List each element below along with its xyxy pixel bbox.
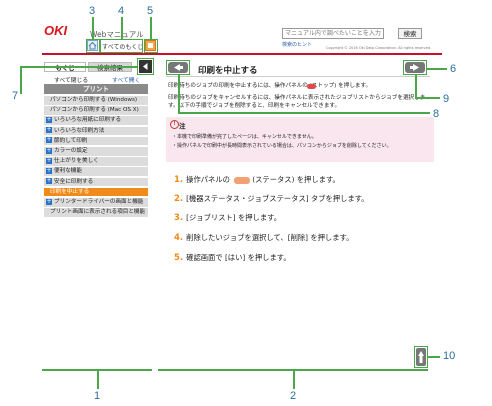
collapse-all-link[interactable]: すべて閉じる: [54, 75, 88, 84]
callout-box-home: [86, 39, 100, 53]
leader-9: [415, 75, 417, 97]
sidebar-item[interactable]: + 便利な機能: [44, 167, 148, 177]
step-2: 2. [機器ステータス・ジョブステータス] タブを押します。: [174, 194, 369, 204]
note-item-2: ・操作パネルで印刷中が長時間表示されている場合は、パソコンからジョブを削除してく…: [172, 143, 392, 149]
callout-6: 6: [450, 63, 457, 75]
leader-8h: [178, 112, 430, 114]
step-3: 3. [ジョブリスト] を押します。: [174, 213, 282, 223]
sidebar-item[interactable]: + 安全に印刷する: [44, 177, 148, 188]
expand-all-link[interactable]: すべて開く: [112, 75, 140, 84]
expand-plus-icon[interactable]: +: [46, 127, 52, 134]
note-box: ! 注 ・本機で印刷準備が完了したページは、キャンセルできません。 ・操作パネル…: [166, 117, 434, 162]
callout-3: 3: [89, 5, 96, 17]
sidebar-item[interactable]: + 節約して印刷: [44, 136, 148, 147]
title-divider: [166, 76, 430, 77]
sidebar-item[interactable]: パソコンから印刷する (Windows): [44, 96, 148, 106]
sidebar-item-label: 仕上がりを美しく: [54, 158, 99, 165]
leader-7: [20, 66, 22, 94]
leader-1: [97, 371, 99, 389]
expand-plus-icon[interactable]: +: [46, 167, 52, 174]
callout-box-prev: [166, 60, 190, 75]
callout-1: 1: [94, 390, 101, 402]
leader-3: [92, 17, 94, 39]
expand-plus-icon[interactable]: +: [46, 178, 52, 185]
callout-8: 8: [433, 108, 440, 120]
expand-plus-icon[interactable]: +: [46, 157, 52, 164]
sidebar-item[interactable]: パソコンから印刷する (Mac OS X): [44, 106, 148, 116]
callout-box-help: [144, 39, 158, 53]
header-divider: [42, 53, 442, 55]
sidebar-item[interactable]: + カラーの設定: [44, 147, 148, 157]
leader-8: [178, 75, 180, 112]
page-title: 印刷を中止する: [198, 66, 258, 76]
sidebar-item-label: カラーの設定: [54, 148, 88, 154]
callout-box-scrolltop: [414, 346, 428, 368]
callout-2: 2: [290, 390, 297, 402]
sidebar-item-label: 便利な機能: [54, 168, 82, 175]
sidebar-item[interactable]: + 仕上がりを美しく: [44, 157, 148, 167]
search-tips-link[interactable]: 検索のヒント: [282, 41, 312, 48]
expand-plus-icon[interactable]: +: [46, 198, 52, 205]
sidebar-item[interactable]: + いろいろな印刷方法: [44, 126, 148, 137]
intro-text-2: 印刷待ちのジョブをキャンセルするには、操作パネルに表示されたジョブリストからジョ…: [168, 95, 426, 109]
oki-logo: OKI: [44, 23, 68, 38]
callout-box-toc: [100, 39, 143, 53]
leader-5: [150, 17, 152, 39]
sidebar-item[interactable]: + いろいろな用紙に印刷する: [44, 116, 148, 126]
sidebar-item-label: 節約して印刷: [54, 137, 88, 144]
leader-4: [121, 17, 123, 39]
callout-box-next: [403, 60, 427, 75]
callout-10: 10: [443, 350, 456, 362]
callout-4: 4: [118, 5, 125, 17]
copyright: Copyright © 2016 Oki Data Corporation. A…: [326, 46, 432, 50]
sidebar-item-label: 印刷を中止する: [50, 188, 90, 195]
callout-5: 5: [147, 5, 154, 17]
leader-10: [428, 356, 440, 358]
callout-7: 7: [12, 90, 19, 102]
sidebar-item-label: 安全に印刷する: [54, 178, 94, 185]
note-alert-icon: !: [170, 120, 179, 129]
search-button[interactable]: 検索: [398, 28, 422, 39]
sidebar-item-label: いろいろな印刷方法: [54, 127, 105, 134]
leader-2: [293, 371, 295, 389]
sidebar-item-label: いろいろな用紙に印刷する: [54, 117, 122, 124]
sidebar-item[interactable]: 印刷を中止する: [44, 187, 148, 198]
leader-6: [427, 68, 447, 70]
leader-7h: [20, 66, 137, 68]
sidebar-item-label: パソコンから印刷する (Windows): [50, 97, 138, 103]
intro-line-1: 印刷待ちのジョブの印刷を中止するには、操作パネルの (ストップ) を押します。: [168, 83, 372, 89]
sidebar-item-label: プリンタードライバーの画面と機能: [54, 199, 144, 205]
status-button-icon: [234, 176, 251, 184]
sidebar-item[interactable]: + プリンタードライバーの画面と機能: [44, 198, 148, 208]
note-item-1: ・本機で印刷準備が完了したページは、キャンセルできません。: [172, 134, 317, 140]
step-4: 4. 削除したいジョブを選択して、[削除] を押します。: [174, 233, 354, 243]
sidebar-item[interactable]: プリント画面に表示される項目と機能: [44, 208, 148, 218]
sidebar-item-label: プリント画面に表示される項目と機能: [50, 209, 146, 216]
search-input[interactable]: [282, 28, 384, 39]
step-1: 1. 操作パネルの (ステータス) を押します。: [174, 175, 340, 185]
expand-plus-icon[interactable]: +: [46, 137, 52, 144]
stop-icon: [307, 84, 316, 89]
callout-box-collapse: [137, 58, 154, 75]
expand-plus-icon[interactable]: +: [46, 147, 52, 154]
step-5: 5. 確認画面で [はい] を押します。: [174, 253, 291, 263]
leader-9h: [415, 97, 440, 99]
note-title: 注: [179, 122, 186, 130]
sidebar-item-label: パソコンから印刷する (Mac OS X): [50, 107, 139, 114]
intro-text-1: 印刷待ちのジョブの印刷を中止するには、操作パネルの (ストップ) を押します。: [168, 82, 433, 90]
sidebar-section-header[interactable]: プリント: [44, 84, 148, 94]
expand-plus-icon[interactable]: +: [46, 116, 52, 123]
callout-9: 9: [443, 93, 450, 105]
